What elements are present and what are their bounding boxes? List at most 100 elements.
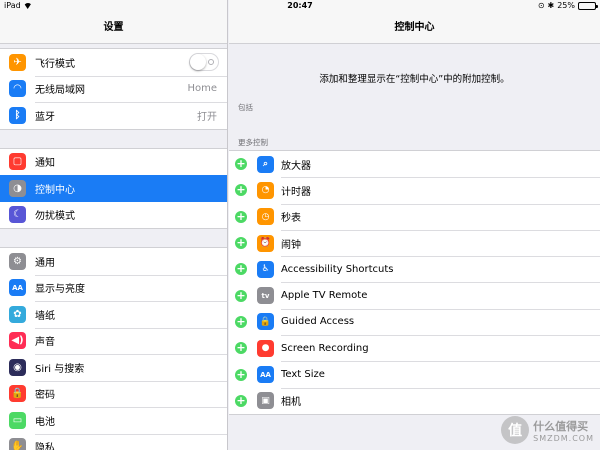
control-row[interactable]: + 🔒 Guided Access [229,308,600,335]
add-control-button[interactable]: + [235,315,247,328]
add-control-button[interactable]: + [235,394,247,407]
sidebar-item-label: 飞行模式 [35,58,75,70]
sidebar-item-label: 控制中心 [35,184,75,196]
sidebar-group: ▢ 通知 ◑ 控制中心 ☾ 勿扰模式 [0,147,227,229]
gear-icon: ⚙ [9,252,26,270]
sidebar-item[interactable]: ✋ 隐私 [0,433,227,450]
add-control-button[interactable]: + [235,237,247,250]
add-control-button[interactable]: + [235,289,247,302]
control-label: Text Size [281,369,325,381]
sidebar-item[interactable]: ◉ Siri 与搜索 [0,354,227,381]
detail-description: 添加和整理显示在“控制中心”中的附加控制。 [319,74,510,85]
control-row[interactable]: + tv Apple TV Remote [229,282,600,308]
settings-sidebar: 设置 ✈ 飞行模式 ◠ 无线局域网 Home ᛒ 蓝牙 打开 ▢ 通知 ◑ 控制中心 ☾ 勿扰模式 ⚙ 通用 A… [0,0,228,450]
display-icon: AA [9,279,26,297]
wallpaper-icon: ✿ [9,305,26,323]
airplane-mode-toggle[interactable] [189,53,219,72]
tv-icon: tv [257,287,274,305]
control-row[interactable]: + ⌕ 放大器 [229,151,600,177]
hand-icon: ✋ [9,438,26,450]
add-control-button[interactable]: + [235,368,247,381]
sidebar-item[interactable]: ▭ 电池 [0,407,227,434]
sidebar-groups: ✈ 飞行模式 ◠ 无线局域网 Home ᛒ 蓝牙 打开 ▢ 通知 ◑ 控制中心 ☾ 勿扰模式 ⚙ 通用 AA 显示… [0,44,227,450]
sidebar-item[interactable]: ⚙ 通用 [0,248,227,275]
sidebar-item[interactable]: ◑ 控制中心 [0,175,227,202]
add-control-button[interactable]: + [235,158,247,171]
add-control-button[interactable]: + [235,263,247,276]
sidebar-item-label: 勿扰模式 [35,211,75,223]
control-label: 秒表 [281,213,301,225]
control-row[interactable]: + ◷ 秒表 [229,203,600,230]
accessibility-icon: ♿ [257,260,274,278]
sidebar-item-label: Siri 与搜索 [35,363,85,375]
battery-status-icon [578,1,598,10]
battery-icon: ▭ [9,411,26,429]
sidebar-item-label: 隐私 [35,443,55,450]
sidebar-item[interactable]: ☾ 勿扰模式 [0,202,227,229]
control-center-icon: ◑ [9,179,26,197]
status-time: 20:47 [287,1,313,10]
sidebar-item-label: 通用 [35,257,55,269]
wifi-icon: ◠ [9,80,26,98]
control-row[interactable]: + AA Text Size [229,361,600,387]
battery-percent: 25% [557,1,575,10]
alarm-icon: ⏰ [257,234,274,252]
watermark-name: 什么值得买 [533,419,589,433]
lock-icon: 🔒 [9,385,26,403]
control-row[interactable]: + ◔ 计时器 [229,177,600,203]
camera-icon: ▣ [257,392,274,410]
sidebar-item-label: 显示与亮度 [35,284,85,296]
sidebar-item-label: 声音 [35,337,55,349]
airplane-icon: ✈ [9,53,26,71]
sound-icon: ◀) [9,332,26,350]
watermark-text: 什么值得买 SMZDM.COM [533,418,594,443]
control-row[interactable]: + ● Screen Recording [229,335,600,361]
sidebar-item-label: 电池 [35,416,55,428]
sidebar-item[interactable]: ▢ 通知 [0,149,227,176]
status-bar: iPad 20:47 ⊙ ✱ 25% [0,0,600,12]
add-control-button[interactable]: + [235,184,247,197]
control-label: 相机 [281,397,301,409]
sidebar-item[interactable]: ◠ 无线局域网 Home [0,75,227,103]
watermark-badge: 值 [501,416,530,444]
sidebar-item[interactable]: ✿ 墙纸 [0,301,227,328]
text-size-icon: AA [257,366,274,384]
status-right: ⊙ ✱ 25% [537,1,598,10]
sidebar-group: ⚙ 通用 AA 显示与亮度 ✿ 墙纸 ◀) 声音 ◉ Siri 与搜索 🔒 密码 ▭ 电池 ✋ 隐私 [0,247,227,450]
control-row[interactable]: + ⏰ 闹钟 [229,229,600,256]
sidebar-item[interactable]: AA 显示与亮度 [0,274,227,302]
bluetooth-icon: ᛒ [9,106,26,124]
include-section-header: 包括 [238,103,253,112]
control-label: Apple TV Remote [281,290,368,302]
sidebar-item-label: 蓝牙 [35,111,55,123]
more-controls-section-header: 更多控制 [238,138,268,147]
bluetooth-status-icon: ✱ [547,1,555,10]
control-label: 闹钟 [281,239,301,251]
timer-icon: ◔ [257,181,274,199]
magnifier-icon: ⌕ [257,155,274,173]
add-control-button[interactable]: + [235,342,247,355]
sidebar-title: 设置 [103,22,124,33]
sidebar-group: ✈ 飞行模式 ◠ 无线局域网 Home ᛒ 蓝牙 打开 [0,48,227,130]
control-row[interactable]: + ▣ 相机 [229,387,600,414]
more-controls-list: + ⌕ 放大器 + ◔ 计时器 + ◷ 秒表 + ⏰ 闹钟 + ♿ Accessibility Shortc… [229,150,600,415]
sidebar-item[interactable]: ◀) 声音 [0,327,227,355]
record-icon: ● [257,339,274,357]
watermark: 值 什么值得买 SMZDM.COM [501,416,594,444]
control-label: 计时器 [281,186,311,198]
sidebar-item[interactable]: ✈ 飞行模式 [0,49,227,76]
sidebar-item-value: Home [187,83,217,95]
siri-icon: ◉ [9,358,26,376]
moon-icon: ☾ [9,206,26,224]
stopwatch-icon: ◷ [257,208,274,226]
sidebar-item[interactable]: 🔒 密码 [0,380,227,408]
add-control-button[interactable]: + [235,210,247,223]
control-row[interactable]: + ♿ Accessibility Shortcuts [229,256,600,282]
sidebar-item[interactable]: ᛒ 蓝牙 打开 [0,102,227,129]
guided-access-lock-icon: 🔒 [257,313,274,331]
notifications-icon: ▢ [9,153,26,171]
control-label: Screen Recording [281,342,369,354]
orientation-lock-icon: ⊙ [537,1,545,10]
